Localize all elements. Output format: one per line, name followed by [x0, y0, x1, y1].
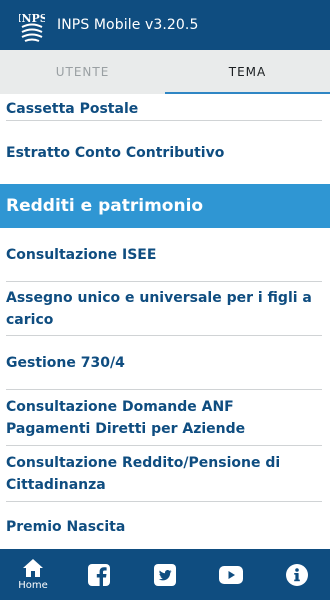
tab-bar: UTENTE TEMA	[0, 50, 330, 94]
bottom-nav: Home	[0, 549, 330, 600]
list-item-cassetta-postale[interactable]: Cassetta Postale	[6, 94, 322, 121]
menu-list: Cassetta Postale Estratto Conto Contribu…	[0, 94, 330, 549]
nav-youtube-button[interactable]	[198, 549, 264, 600]
nav-twitter-button[interactable]	[132, 549, 198, 600]
inps-logo: INPS	[19, 5, 45, 45]
tab-utente[interactable]: UTENTE	[0, 50, 165, 94]
nav-home-label: Home	[18, 580, 48, 591]
list-item-reddito-cittadinanza[interactable]: Consultazione Reddito/Pensione di Cittad…	[6, 446, 322, 502]
tab-tema[interactable]: TEMA	[165, 50, 330, 94]
twitter-icon	[154, 563, 176, 586]
nav-facebook-button[interactable]	[66, 549, 132, 600]
list-item-estratto-conto[interactable]: Estratto Conto Contributivo	[6, 121, 322, 184]
nav-info-button[interactable]	[264, 549, 330, 600]
list-item-assegno-unico[interactable]: Assegno unico e universale per i figli a…	[6, 282, 322, 336]
info-icon	[286, 563, 308, 586]
list-item-premio-nascita[interactable]: Premio Nascita	[6, 502, 322, 549]
app-title: INPS Mobile v3.20.5	[57, 17, 199, 33]
list-item-consultazione-isee[interactable]: Consultazione ISEE	[6, 228, 322, 282]
section-header-redditi: Redditi e patrimonio	[0, 184, 330, 228]
facebook-icon	[88, 563, 110, 586]
svg-text:INPS: INPS	[19, 12, 45, 25]
nav-home-button[interactable]: Home	[0, 549, 66, 600]
list-item-gestione-730[interactable]: Gestione 730/4	[6, 336, 322, 390]
list-item-domande-anf[interactable]: Consultazione Domande ANF Pagamenti Dire…	[6, 390, 322, 446]
home-icon	[22, 558, 44, 578]
app-bar: INPS INPS Mobile v3.20.5	[0, 0, 330, 50]
youtube-icon	[219, 565, 243, 584]
